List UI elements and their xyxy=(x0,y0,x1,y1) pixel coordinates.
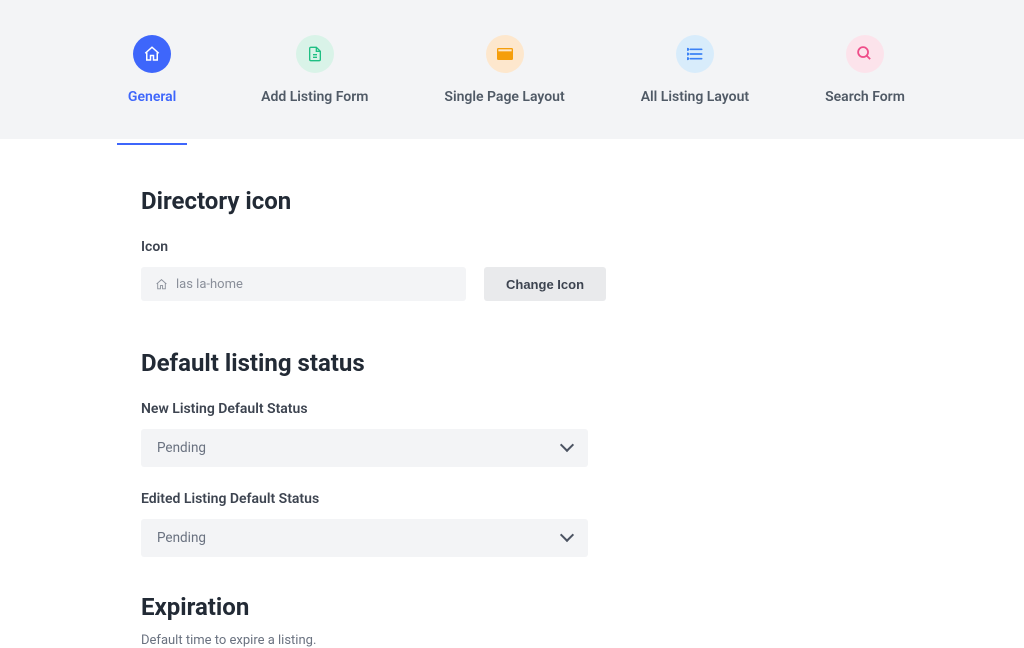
tab-label: Single Page Layout xyxy=(444,89,564,105)
home-icon xyxy=(155,278,168,291)
main-content: Directory icon Icon las la-home Change I… xyxy=(141,139,883,648)
expiration-description: Default time to expire a listing. xyxy=(141,633,883,648)
chevron-down-icon xyxy=(562,530,572,547)
chevron-down-icon xyxy=(562,440,572,457)
tab-search-form[interactable]: Search Form xyxy=(808,35,922,105)
expiration-title: Expiration xyxy=(141,593,883,621)
edited-listing-status-select[interactable]: Pending xyxy=(141,519,588,557)
search-icon xyxy=(846,35,884,73)
tabs-inner: General Add Listing Form Single Page Lay… xyxy=(102,35,922,105)
tab-all-listing-layout[interactable]: All Listing Layout xyxy=(624,35,766,105)
tab-single-page-layout[interactable]: Single Page Layout xyxy=(427,35,581,105)
home-icon xyxy=(133,35,171,73)
directory-icon-title: Directory icon xyxy=(141,187,883,215)
edited-listing-status-label: Edited Listing Default Status xyxy=(141,491,883,507)
new-listing-status-select[interactable]: Pending xyxy=(141,429,588,467)
tab-label: Search Form xyxy=(825,89,905,105)
select-value: Pending xyxy=(157,530,206,546)
tab-label: General xyxy=(128,89,176,105)
change-icon-button[interactable]: Change Icon xyxy=(484,267,606,301)
icon-field-label: Icon xyxy=(141,239,883,255)
new-listing-status-label: New Listing Default Status xyxy=(141,401,883,417)
tab-add-listing-form[interactable]: Add Listing Form xyxy=(244,35,385,105)
tabs-bar: General Add Listing Form Single Page Lay… xyxy=(0,0,1024,139)
icon-input[interactable]: las la-home xyxy=(141,267,466,301)
layout-icon xyxy=(486,35,524,73)
document-icon xyxy=(296,35,334,73)
select-value: Pending xyxy=(157,440,206,456)
icon-field-row: las la-home Change Icon xyxy=(141,267,883,301)
tab-label: All Listing Layout xyxy=(641,89,749,105)
icon-value-text: las la-home xyxy=(176,277,243,292)
tab-general[interactable]: General xyxy=(102,35,202,105)
tab-label: Add Listing Form xyxy=(261,89,368,105)
default-status-title: Default listing status xyxy=(141,349,883,377)
list-icon xyxy=(676,35,714,73)
